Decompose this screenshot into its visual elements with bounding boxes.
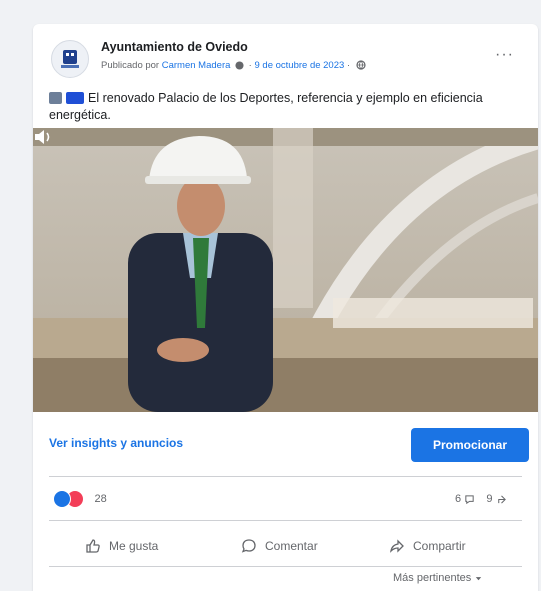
like-label: Me gusta (109, 539, 159, 553)
comment-icon (241, 539, 256, 553)
post-meta: Publicado por Carmen Madera · 9 de octub… (101, 60, 366, 71)
like-button[interactable]: Me gusta (85, 528, 158, 564)
video-frame (33, 128, 538, 412)
video-player[interactable] (33, 128, 538, 412)
city-crest-icon (61, 50, 79, 68)
volume-icon[interactable] (33, 128, 53, 146)
chevron-down-icon (476, 576, 482, 580)
shares-count[interactable]: 9 (486, 493, 492, 505)
page-name[interactable]: Ayuntamiento de Oviedo (101, 40, 248, 54)
view-insights-link[interactable]: Ver insights y anuncios (49, 436, 183, 450)
share-icon (390, 539, 404, 553)
like-reaction-icon (53, 490, 71, 508)
post-date[interactable]: 9 de octubre de 2023 (254, 60, 344, 71)
post-header: Ayuntamiento de Oviedo Publicado por Car… (33, 24, 538, 80)
reactions-summary[interactable]: 28 (53, 490, 107, 510)
promote-button[interactable]: Promocionar (411, 428, 529, 462)
author-link[interactable]: Carmen Madera (162, 60, 231, 71)
caption-text: El renovado Palacio de los Deportes, ref… (49, 91, 483, 122)
insights-bar: Ver insights y anuncios Promocionar (33, 420, 538, 472)
divider (49, 520, 522, 521)
comment-sort-dropdown[interactable]: Más pertinentes (393, 572, 483, 584)
post-actions: Me gusta Comentar Compartir (49, 528, 522, 564)
comment-count-icon (465, 494, 474, 504)
reactions-count: 28 (94, 493, 107, 505)
post-caption: El renovado Palacio de los Deportes, ref… (49, 90, 529, 124)
info-icon[interactable] (235, 61, 244, 70)
page-avatar[interactable] (51, 40, 89, 78)
share-button[interactable]: Compartir (389, 528, 466, 564)
more-options-button[interactable]: ··· (495, 46, 514, 64)
thumbs-up-icon (86, 539, 100, 553)
engagement-counts: 6 9 (453, 493, 507, 505)
divider (49, 476, 522, 477)
globe-icon (356, 60, 366, 71)
divider (49, 566, 522, 567)
sort-label: Más pertinentes (393, 572, 472, 584)
video-icon (49, 92, 62, 104)
published-prefix: Publicado por (101, 60, 160, 71)
share-label: Compartir (413, 539, 466, 553)
flag-icon (66, 92, 84, 104)
comment-label: Comentar (265, 539, 318, 553)
post-card: Ayuntamiento de Oviedo Publicado por Car… (33, 24, 538, 591)
share-count-icon (497, 495, 506, 504)
comment-button[interactable]: Comentar (241, 528, 318, 564)
comments-count[interactable]: 6 (455, 493, 461, 505)
